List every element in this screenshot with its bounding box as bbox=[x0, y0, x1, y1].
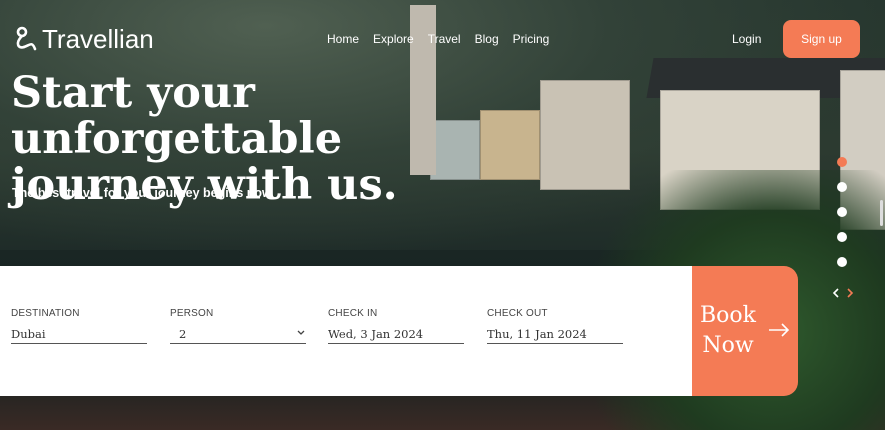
book-now-line1: Book bbox=[700, 303, 756, 328]
check-in-value: Wed, 3 Jan 2024 bbox=[328, 327, 424, 341]
chevron-right-icon[interactable] bbox=[846, 287, 854, 301]
booking-bar: DESTINATION Dubai PERSON 2 CHECK IN Wed,… bbox=[0, 266, 692, 396]
book-now-line2: Now bbox=[702, 333, 754, 358]
check-in-field: CHECK IN Wed, 3 Jan 2024 bbox=[328, 308, 464, 344]
book-now-label: Book Now bbox=[700, 301, 756, 361]
page-scrollbar[interactable] bbox=[880, 200, 883, 226]
chevron-left-icon[interactable] bbox=[832, 287, 840, 301]
person-route-icon bbox=[12, 25, 38, 55]
nav-blog-link[interactable]: Blog bbox=[475, 32, 499, 46]
signup-label: Sign up bbox=[801, 32, 842, 46]
primary-nav: Home Explore Travel Blog Pricing bbox=[327, 32, 549, 46]
hero-headline-line1: Start your unforgettable bbox=[11, 68, 343, 164]
destination-value: Dubai bbox=[11, 327, 46, 341]
slide-dot[interactable] bbox=[837, 182, 847, 192]
slide-dots bbox=[837, 157, 847, 267]
check-out-input[interactable]: Thu, 11 Jan 2024 bbox=[487, 325, 623, 344]
person-field: PERSON 2 bbox=[170, 308, 306, 344]
arrow-right-icon bbox=[768, 316, 790, 346]
nav-travel-link[interactable]: Travel bbox=[428, 32, 461, 46]
book-now-button[interactable]: Book Now bbox=[692, 266, 798, 396]
hero-headline-line2: journey with us. bbox=[11, 160, 398, 210]
check-out-label: CHECK OUT bbox=[487, 308, 548, 319]
person-value: 2 bbox=[179, 327, 187, 341]
brand-name: Travellian bbox=[42, 24, 154, 54]
slide-dot[interactable] bbox=[837, 207, 847, 217]
destination-field: DESTINATION Dubai bbox=[11, 308, 147, 344]
login-link[interactable]: Login bbox=[732, 32, 761, 46]
slide-dot[interactable] bbox=[837, 232, 847, 242]
check-out-field: CHECK OUT Thu, 11 Jan 2024 bbox=[487, 308, 623, 344]
check-in-label: CHECK IN bbox=[328, 308, 378, 319]
signup-button[interactable]: Sign up bbox=[783, 20, 860, 58]
nav-home-link[interactable]: Home bbox=[327, 32, 359, 46]
person-label: PERSON bbox=[170, 308, 214, 319]
brand-logo[interactable]: Travellian bbox=[12, 24, 154, 55]
nav-pricing-link[interactable]: Pricing bbox=[513, 32, 550, 46]
slide-dot[interactable] bbox=[837, 257, 847, 267]
destination-input[interactable]: Dubai bbox=[11, 325, 147, 344]
check-out-value: Thu, 11 Jan 2024 bbox=[487, 327, 587, 341]
chevron-down-icon bbox=[296, 327, 306, 341]
slide-dot[interactable] bbox=[837, 157, 847, 167]
hero-subheadline: The best travel for your journey begins … bbox=[12, 186, 272, 200]
nav-explore-link[interactable]: Explore bbox=[373, 32, 414, 46]
slider-controls bbox=[832, 287, 854, 301]
destination-label: DESTINATION bbox=[11, 308, 80, 319]
check-in-input[interactable]: Wed, 3 Jan 2024 bbox=[328, 325, 464, 344]
person-select[interactable]: 2 bbox=[170, 325, 306, 344]
